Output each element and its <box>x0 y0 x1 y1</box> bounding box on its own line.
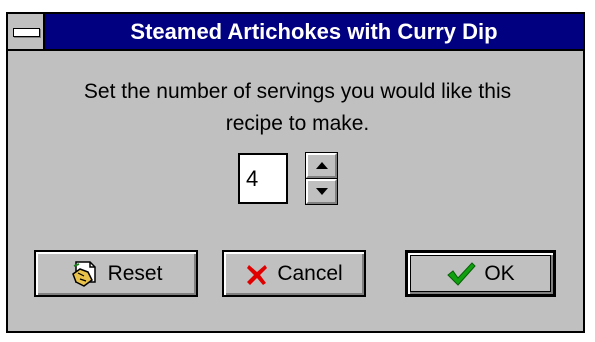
reset-button[interactable]: Reset <box>34 250 198 297</box>
prompt-line-2: recipe to make. <box>225 112 370 135</box>
cancel-button-label: Cancel <box>277 261 343 285</box>
cancel-button[interactable]: Cancel <box>222 250 366 297</box>
arrow-down-icon <box>315 188 328 195</box>
green-checkmark-icon <box>446 261 477 287</box>
title-bar[interactable]: Steamed Artichokes with Curry Dip <box>8 14 583 51</box>
prompt-line-1: Set the number of servings you would lik… <box>83 80 512 103</box>
ok-button[interactable]: OK <box>405 250 556 297</box>
servings-prompt: Set the number of servings you would lik… <box>20 76 575 140</box>
ok-button-label: OK <box>484 261 515 285</box>
window-title: Steamed Artichokes with Curry Dip <box>130 18 498 44</box>
system-menu-button[interactable] <box>8 14 45 49</box>
spin-down-button[interactable] <box>305 178 338 205</box>
reset-icon <box>70 260 100 288</box>
system-menu-icon <box>13 28 40 37</box>
servings-input[interactable]: 4 <box>238 153 288 204</box>
reset-button-label: Reset <box>107 261 163 285</box>
spin-up-button[interactable] <box>305 152 338 179</box>
focus-rectangle <box>410 255 551 292</box>
red-x-icon <box>245 262 269 286</box>
arrow-up-icon <box>315 162 328 169</box>
